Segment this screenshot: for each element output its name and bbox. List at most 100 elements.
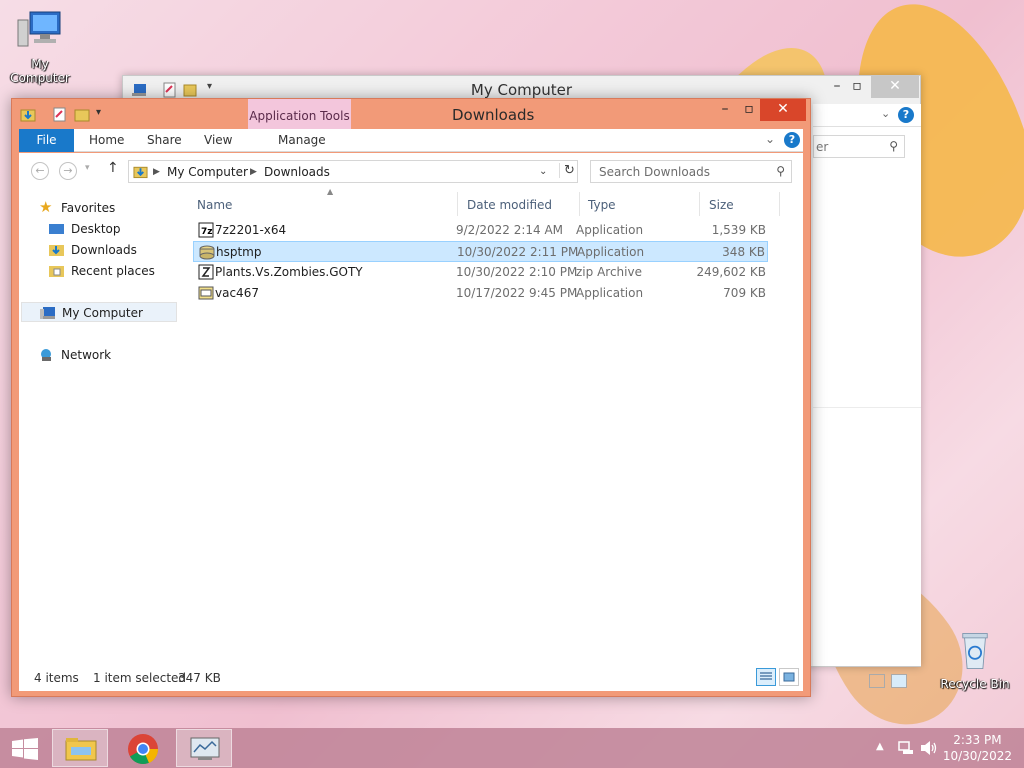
downloads-folder-icon [49, 245, 64, 256]
tab-manage[interactable]: Manage [278, 129, 326, 152]
show-hidden-icons-icon[interactable]: ▲ [876, 741, 884, 752]
sort-ascending-icon: ▲ [327, 187, 334, 196]
7zip-app-icon: 7z [198, 222, 214, 238]
installer-app-icon [199, 245, 215, 260]
window-title: Downloads [452, 106, 535, 124]
star-icon: ★ [39, 198, 53, 216]
taskbar-chrome[interactable] [115, 729, 171, 767]
breadcrumb-my-computer[interactable]: My Computer [167, 165, 248, 179]
up-button[interactable]: ↑ [107, 160, 119, 176]
tab-view[interactable]: View [204, 129, 232, 152]
ribbon-strip: ⌄ ? [813, 104, 921, 127]
details-view-button[interactable] [756, 668, 776, 686]
table-row[interactable]: 7z 7z2201-x64 9/2/2022 2:14 AM Applicati… [193, 220, 768, 241]
table-row[interactable]: hsptmp 10/30/2022 2:11 PM Application 34… [193, 241, 768, 262]
taskbar-file-explorer[interactable] [52, 729, 108, 767]
tab-application-tools[interactable]: Application Tools [248, 99, 351, 131]
volume-icon[interactable] [920, 740, 938, 756]
column-header-date-modified[interactable]: Date modified [467, 198, 552, 212]
desktop-icon-label: My Computer [10, 57, 70, 85]
ribbon-collapse-icon[interactable]: ⌄ [881, 107, 890, 120]
svg-text:7z: 7z [201, 227, 213, 237]
file-date: 9/2/2022 2:14 AM [456, 223, 564, 237]
status-selected-size: 347 KB [178, 671, 221, 685]
tab-share[interactable]: Share [147, 129, 182, 152]
file-size: 1,539 KB [711, 223, 766, 237]
address-dropdown-icon[interactable]: ⌄ [539, 166, 547, 177]
file-size: 709 KB [723, 286, 766, 300]
refresh-icon[interactable]: ↻ [559, 163, 575, 178]
tab-home[interactable]: Home [89, 129, 124, 152]
properties-icon[interactable] [52, 107, 68, 122]
column-divider[interactable] [779, 192, 780, 216]
ribbon-collapse-icon[interactable]: ⌄ [765, 132, 775, 146]
status-item-count: 4 items [34, 671, 79, 685]
help-icon[interactable]: ? [784, 132, 800, 148]
desktop-icon-recycle-bin[interactable]: Recycle Bin [935, 630, 1015, 691]
sidebar-item-my-computer[interactable]: My Computer [21, 302, 177, 322]
file-name: 7z2201-x64 [215, 223, 287, 237]
search-input[interactable]: er ⚲ [813, 135, 905, 158]
table-row[interactable]: Plants.Vs.Zombies.GOTY 10/30/2022 2:10 P… [193, 262, 768, 283]
window-titlebar[interactable]: ▾ Application Tools Downloads – ▫ ✕ [12, 99, 810, 131]
close-button[interactable]: ✕ [760, 99, 806, 121]
breadcrumb-separator-icon: ▶ [250, 167, 257, 177]
breadcrumb-downloads[interactable]: Downloads [264, 165, 330, 179]
file-list: ▲ Name Date modified Type Size 7z 7z2201… [191, 187, 803, 664]
file-type: Application [577, 245, 645, 259]
clock-time: 2:33 PM [953, 733, 1002, 747]
file-date: 10/30/2022 2:11 PM [457, 245, 579, 259]
column-divider[interactable] [457, 192, 458, 216]
tab-file[interactable]: File [19, 129, 74, 152]
system-clock[interactable]: 2:33 PM 10/30/2022 [943, 732, 1012, 764]
help-icon[interactable]: ? [898, 107, 914, 123]
file-type: Application [576, 223, 644, 237]
computer-icon [17, 11, 61, 47]
file-date: 10/30/2022 2:10 PM [456, 265, 578, 279]
file-size: 249,602 KB [696, 265, 766, 279]
column-header-size[interactable]: Size [709, 198, 734, 212]
downloads-folder-icon [20, 109, 36, 122]
search-placeholder: Search Downloads [599, 165, 710, 179]
status-bar: 4 items 1 item selected 347 KB [19, 664, 803, 691]
large-icons-view-button[interactable] [891, 674, 907, 688]
address-bar[interactable]: ▶ My Computer ▶ Downloads ⌄ ↻ [128, 160, 578, 183]
large-icons-view-button[interactable] [779, 668, 799, 686]
quick-access-dropdown-icon[interactable]: ▾ [96, 107, 101, 118]
windows-logo-icon [12, 738, 38, 760]
file-explorer-icon [65, 738, 97, 761]
column-divider[interactable] [699, 192, 700, 216]
forward-button[interactable]: → [59, 162, 77, 180]
search-placeholder: er [816, 140, 829, 154]
column-header-name[interactable]: Name [197, 198, 232, 212]
new-folder-icon[interactable] [74, 107, 90, 122]
network-tray-icon[interactable] [898, 740, 914, 756]
maximize-button[interactable]: ▫ [839, 76, 875, 98]
large-icons-view-icon [783, 672, 795, 682]
start-button[interactable] [0, 729, 50, 767]
search-icon: ⚲ [776, 164, 785, 178]
setup-app-icon [198, 286, 214, 300]
chrome-icon [128, 734, 159, 765]
back-button[interactable]: ← [31, 162, 49, 180]
network-icon [41, 349, 51, 361]
close-button[interactable]: ✕ [871, 76, 919, 98]
column-header-type[interactable]: Type [588, 198, 616, 212]
minimize-button[interactable]: – [712, 99, 738, 121]
table-row[interactable]: vac467 10/17/2022 9:45 PM Application 70… [193, 283, 768, 304]
search-icon: ⚲ [889, 139, 898, 153]
maximize-button[interactable]: ▫ [738, 99, 760, 121]
recent-locations-dropdown-icon[interactable]: ▾ [85, 163, 90, 173]
desktop-icon-my-computer[interactable]: My Computer [0, 10, 80, 85]
search-input[interactable]: Search Downloads ⚲ [590, 160, 792, 183]
monitor-app-icon [190, 737, 220, 760]
taskbar-system-app[interactable] [176, 729, 232, 767]
file-type: Application [576, 286, 644, 300]
details-view-button[interactable] [869, 674, 885, 688]
navigation-bar: ← → ▾ ↑ ▶ My Computer ▶ Downloads ⌄ ↻ Se… [19, 153, 803, 188]
divider [813, 407, 921, 408]
column-divider[interactable] [579, 192, 580, 216]
my-computer-window-body: ⌄ ? er ⚲ [813, 104, 921, 688]
ribbon-tabs: File Home Share View Manage ⌄ ? [19, 129, 803, 152]
downloads-window[interactable]: ▾ Application Tools Downloads – ▫ ✕ File… [11, 98, 811, 697]
